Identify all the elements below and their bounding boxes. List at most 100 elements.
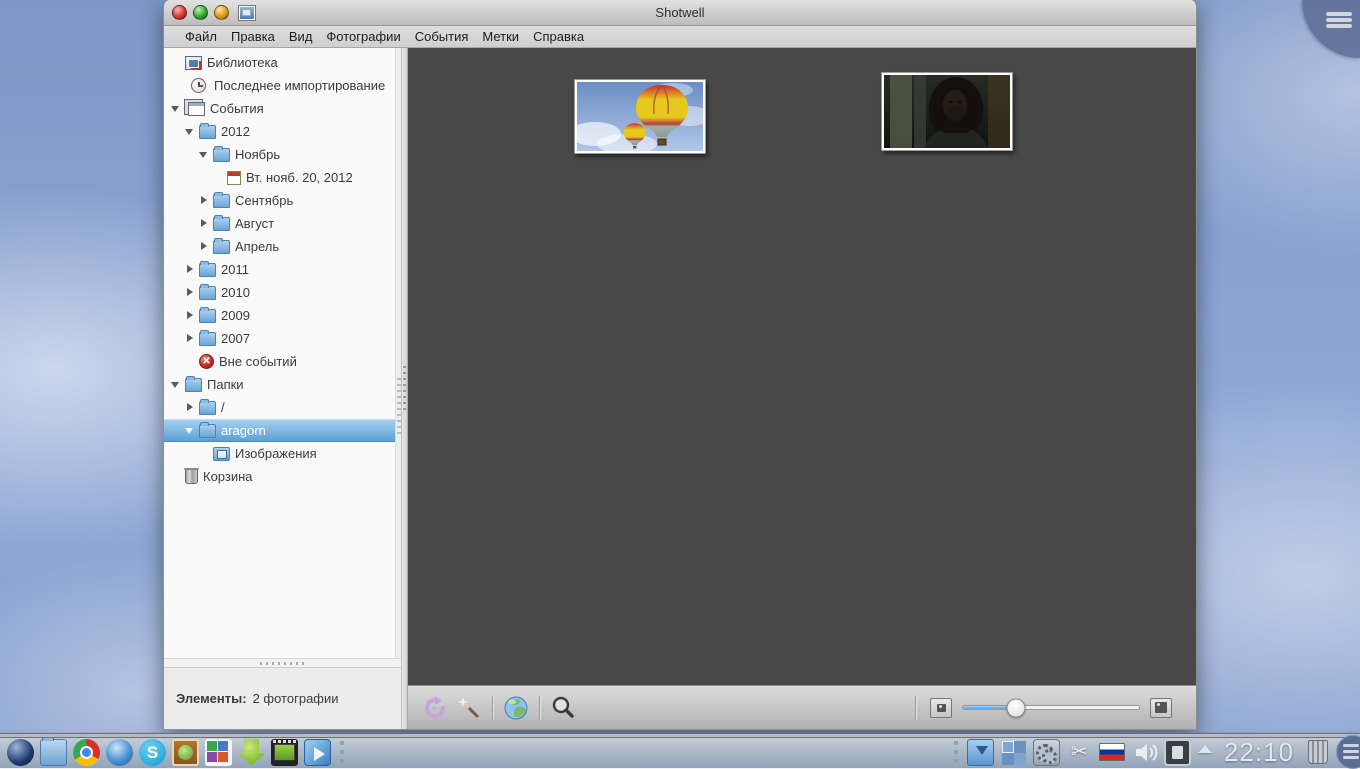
expander-icon[interactable] bbox=[184, 125, 197, 138]
zoom-out-button[interactable] bbox=[930, 698, 952, 718]
publish-button[interactable] bbox=[499, 692, 533, 724]
chrome-browser-icon[interactable] bbox=[73, 739, 100, 766]
expander-icon[interactable] bbox=[198, 217, 211, 230]
sidebar-item-2010[interactable]: 2010 bbox=[164, 281, 401, 304]
volume-icon[interactable] bbox=[1131, 739, 1158, 766]
enhance-button[interactable] bbox=[452, 692, 486, 724]
sidebar-item-november[interactable]: Ноябрь bbox=[164, 143, 401, 166]
sidebar-item-2012[interactable]: 2012 bbox=[164, 120, 401, 143]
sidebar-item-august[interactable]: Август bbox=[164, 212, 401, 235]
events-icon bbox=[188, 102, 205, 116]
sidebar-item-september[interactable]: Сентябрь bbox=[164, 189, 401, 212]
folder-icon bbox=[199, 286, 216, 300]
rotate-button[interactable] bbox=[418, 692, 452, 724]
toolbox-lines-icon bbox=[1326, 10, 1352, 30]
taskbar-separator[interactable] bbox=[952, 741, 960, 763]
sidebar-item-2011[interactable]: 2011 bbox=[164, 258, 401, 281]
chromium-browser-icon[interactable] bbox=[106, 739, 133, 766]
menu-view[interactable]: Вид bbox=[282, 27, 320, 46]
menu-photos[interactable]: Фотографии bbox=[319, 27, 407, 46]
photo-book-icon[interactable] bbox=[172, 739, 199, 766]
expander-icon[interactable] bbox=[184, 332, 197, 345]
photo-thumbnail-aragorn[interactable] bbox=[881, 72, 1013, 151]
menu-edit[interactable]: Правка bbox=[224, 27, 282, 46]
sidebar-item-library[interactable]: Библиотека bbox=[164, 51, 401, 74]
taskbar-clock[interactable]: 22:10 bbox=[1224, 737, 1294, 768]
menu-tags[interactable]: Метки bbox=[475, 27, 526, 46]
zoom-in-button[interactable] bbox=[1150, 698, 1172, 718]
sidebar-item-no-events[interactable]: Вне событий bbox=[164, 350, 401, 373]
expander-icon[interactable] bbox=[184, 263, 197, 276]
expander-icon[interactable] bbox=[198, 194, 211, 207]
photo-thumbnail-balloons[interactable] bbox=[574, 79, 706, 154]
print-device-icon[interactable] bbox=[1164, 739, 1191, 766]
expander-icon[interactable] bbox=[184, 424, 197, 437]
sidebar-item-folders[interactable]: Папки bbox=[164, 373, 401, 396]
sidebar-item-images[interactable]: Изображения bbox=[164, 442, 401, 465]
search-button[interactable] bbox=[546, 692, 580, 724]
expander-icon[interactable] bbox=[184, 286, 197, 299]
sidebar-item-2007[interactable]: 2007 bbox=[164, 327, 401, 350]
sidebar-item-2009[interactable]: 2009 bbox=[164, 304, 401, 327]
folder-icon bbox=[199, 401, 216, 415]
taskbar-separator[interactable] bbox=[338, 741, 346, 763]
folder-icon bbox=[185, 378, 202, 392]
sidebar-item-trash[interactable]: Корзина bbox=[164, 465, 401, 488]
expander-icon[interactable] bbox=[184, 309, 197, 322]
menu-file[interactable]: Файл bbox=[178, 27, 224, 46]
system-settings-gears-icon[interactable] bbox=[1033, 739, 1060, 766]
folder-icon bbox=[199, 263, 216, 277]
publish-globe-icon bbox=[503, 695, 529, 721]
shotwell-window: Shotwell Файл Правка Вид Фотографии Собы… bbox=[163, 0, 1197, 730]
desktop-trash-icon[interactable] bbox=[1308, 740, 1328, 764]
library-icon bbox=[185, 56, 202, 70]
small-photo-icon bbox=[937, 704, 946, 712]
menu-help[interactable]: Справка bbox=[526, 27, 591, 46]
sidebar-scrollbar[interactable] bbox=[395, 48, 401, 658]
expander-icon[interactable] bbox=[198, 148, 211, 161]
window-title: Shotwell bbox=[164, 5, 1196, 20]
sidebar-item-event-nov-20[interactable]: Вт. нояб. 20, 2012 bbox=[164, 166, 401, 189]
sidebar-item-root[interactable]: / bbox=[164, 396, 401, 419]
file-manager-icon[interactable] bbox=[40, 739, 67, 766]
media-player-icon[interactable] bbox=[304, 739, 331, 766]
launcher-sphere-icon[interactable] bbox=[7, 739, 34, 766]
expander-icon[interactable] bbox=[170, 102, 183, 115]
tray-expander-arrow-icon[interactable] bbox=[1198, 745, 1212, 759]
photo-grid bbox=[408, 48, 1196, 685]
keyboard-layout-ru-icon[interactable] bbox=[1099, 743, 1125, 761]
green-downloader-icon[interactable] bbox=[238, 739, 265, 766]
expander-icon[interactable] bbox=[198, 240, 211, 253]
clipboard-scissors-icon[interactable]: ✂ bbox=[1066, 739, 1093, 766]
clock-icon bbox=[191, 78, 206, 93]
toolbar-separator bbox=[539, 696, 540, 720]
sidebar-item-april[interactable]: Апрель bbox=[164, 235, 401, 258]
sidebar-item-events[interactable]: События bbox=[164, 97, 401, 120]
menu-events[interactable]: События bbox=[408, 27, 476, 46]
event-icon bbox=[227, 171, 241, 185]
expander-icon[interactable] bbox=[184, 401, 197, 414]
skype-icon[interactable]: S bbox=[139, 739, 166, 766]
rotate-icon bbox=[423, 696, 447, 720]
folder-icon bbox=[199, 424, 216, 438]
expander-icon[interactable] bbox=[170, 378, 183, 391]
pager-grid-icon[interactable] bbox=[1000, 739, 1027, 766]
sidebar-item-last-import[interactable]: Последнее импортирование bbox=[164, 74, 401, 97]
folder-icon bbox=[199, 125, 216, 139]
search-icon bbox=[550, 695, 576, 721]
sidebar-item-aragorn[interactable]: aragorn bbox=[164, 419, 401, 442]
folder-icon bbox=[213, 148, 230, 162]
zoom-slider-handle[interactable] bbox=[1006, 698, 1025, 717]
folder-icon bbox=[199, 332, 216, 346]
aragorn-image bbox=[884, 75, 1010, 148]
video-editor-icon[interactable] bbox=[271, 739, 298, 766]
office-suite-icon[interactable] bbox=[205, 739, 232, 766]
folder-icon bbox=[213, 217, 230, 231]
panel-toolbox-button[interactable] bbox=[1336, 735, 1360, 769]
zoom-slider[interactable] bbox=[962, 705, 1140, 710]
horizontal-splitter[interactable] bbox=[164, 658, 401, 667]
downloads-folder-icon[interactable] bbox=[967, 739, 994, 766]
zoom-control bbox=[915, 696, 1172, 720]
titlebar[interactable]: Shotwell bbox=[164, 0, 1196, 26]
no-events-icon bbox=[199, 354, 214, 369]
